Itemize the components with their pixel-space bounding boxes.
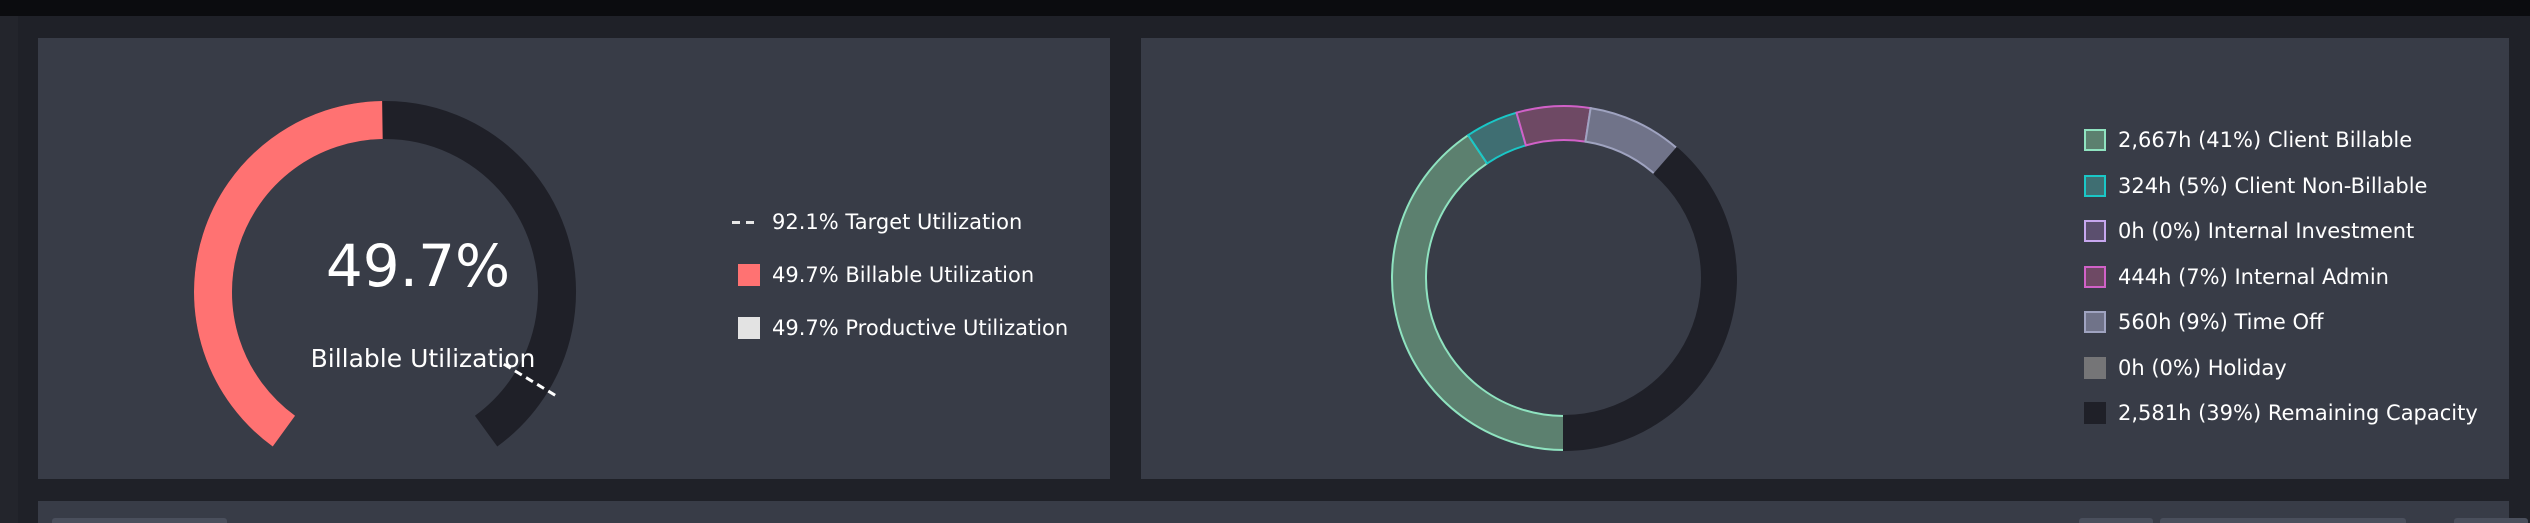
time-off-swatch-icon xyxy=(2084,311,2106,333)
bottom-button-1[interactable] xyxy=(2079,518,2153,523)
legend-internal-investment: 0h (0%) Internal Investment xyxy=(2084,219,2414,243)
legend-label: 324h (5%) Client Non-Billable xyxy=(2118,174,2428,198)
legend-label: 444h (7%) Internal Admin xyxy=(2118,265,2389,289)
internal-investment-swatch-icon xyxy=(2084,220,2106,242)
remaining-capacity-swatch-icon xyxy=(2084,402,2106,424)
left-strip xyxy=(0,16,18,523)
utilization-value: 49.7% xyxy=(325,232,511,300)
utilization-panel: 49.7% Billable Utilization 92.1% Target … xyxy=(38,38,1110,479)
hours-breakdown-panel: 2,667h (41%) Client Billable 324h (5%) C… xyxy=(1141,38,2509,479)
client-billable-swatch-icon xyxy=(2084,129,2106,151)
bottom-button-2[interactable] xyxy=(2160,518,2406,523)
bottom-tab-left[interactable] xyxy=(52,518,227,523)
legend-label: 0h (0%) Holiday xyxy=(2118,356,2287,380)
client-non-billable-swatch-icon xyxy=(2084,175,2106,197)
legend-label: 92.1% Target Utilization xyxy=(772,210,1023,234)
legend-holiday: 0h (0%) Holiday xyxy=(2084,356,2287,380)
legend-label: 0h (0%) Internal Investment xyxy=(2118,219,2415,243)
legend-time-off: 560h (9%) Time Off xyxy=(2084,310,2324,334)
productive-swatch-icon xyxy=(738,317,760,339)
legend-label: 2,667h (41%) Client Billable xyxy=(2118,128,2413,152)
billable-swatch-icon xyxy=(738,264,760,286)
top-bar xyxy=(0,0,2530,16)
legend-client-billable: 2,667h (41%) Client Billable xyxy=(2084,128,2412,152)
legend-label: 49.7% Billable Utilization xyxy=(772,263,1035,287)
legend-remaining-capacity: 2,581h (39%) Remaining Capacity xyxy=(2084,401,2478,425)
donut-segment-remaining-capacity[interactable] xyxy=(1563,146,1737,452)
legend-productive-utilization: 49.7% Productive Utilization xyxy=(738,316,1068,340)
legend-label: 2,581h (39%) Remaining Capacity xyxy=(2118,401,2478,425)
legend-label: 49.7% Productive Utilization xyxy=(772,316,1069,340)
donut-segment-internal-admin[interactable] xyxy=(1515,105,1592,147)
legend-internal-admin: 444h (7%) Internal Admin xyxy=(2084,265,2389,289)
legend-billable-utilization: 49.7% Billable Utilization xyxy=(738,263,1034,287)
legend-target-utilization: 92.1% Target Utilization xyxy=(732,210,1022,234)
internal-admin-swatch-icon xyxy=(2084,266,2106,288)
legend-client-non-billable: 324h (5%) Client Non-Billable xyxy=(2084,174,2427,198)
holiday-swatch-icon xyxy=(2084,357,2106,379)
bottom-button-3[interactable] xyxy=(2454,518,2528,523)
dashed-line-icon xyxy=(732,211,760,233)
donut-segment-client-billable[interactable] xyxy=(1391,133,1565,452)
utilization-label: Billable Utilization xyxy=(310,344,536,373)
legend-label: 560h (9%) Time Off xyxy=(2118,310,2324,334)
